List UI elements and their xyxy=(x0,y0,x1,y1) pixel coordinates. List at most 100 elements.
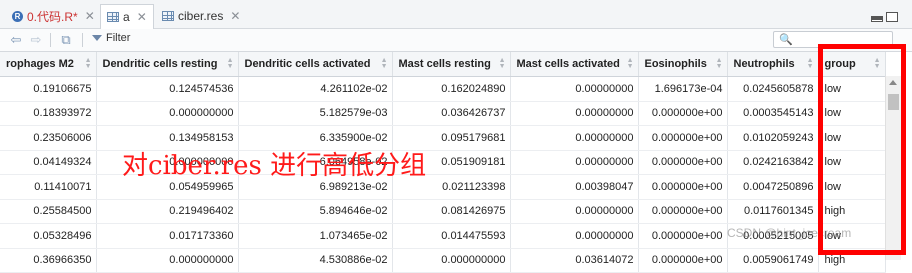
table-cell: 0.0059061749 xyxy=(727,248,819,273)
r-script-icon: R xyxy=(12,10,23,22)
table-cell: 5.182579e-03 xyxy=(238,101,393,126)
popout-window-icon[interactable]: ⧉ xyxy=(58,32,74,48)
sort-arrows-icon[interactable]: ▲ ▼ xyxy=(499,57,506,70)
table-cell: 0.0047250896 xyxy=(727,174,819,200)
column-header[interactable]: Dendritic cells resting ▲ ▼ xyxy=(96,52,239,77)
table-cell: 0.0242163842 xyxy=(727,150,819,175)
table-cell: 0.219496402 xyxy=(96,199,239,224)
tab-code-r[interactable]: R 0.代码.R* ✕ xyxy=(6,4,101,28)
table-row[interactable]: 0.36966350 0.000000000 4.530886e-02 0.00000… xyxy=(0,248,886,273)
table-cell: 0.18393972 xyxy=(0,101,97,126)
group-cell: low xyxy=(818,174,886,200)
table-cell: 5.894646e-02 xyxy=(238,199,393,224)
column-header[interactable]: Mast cells activated ▲ ▼ xyxy=(510,52,639,77)
column-header-label: Neutrophils xyxy=(733,58,795,70)
data-grid-icon xyxy=(162,11,174,21)
scroll-up-icon[interactable] xyxy=(889,80,897,85)
editor-tab-bar: R 0.代码.R* ✕ a ✕ ciber.res ✕ xyxy=(0,0,912,29)
group-cell: low xyxy=(818,76,886,102)
close-icon[interactable]: ✕ xyxy=(137,10,147,24)
table-cell: 1.073465e-02 xyxy=(238,223,393,249)
tab-a[interactable]: a ✕ xyxy=(100,4,154,29)
maximize-icon[interactable] xyxy=(886,12,898,22)
table-cell: 0.00000000 xyxy=(510,199,639,224)
group-cell: low xyxy=(818,125,886,151)
table-cell: 0.05328496 xyxy=(0,223,97,249)
table-cell: 0.04149324 xyxy=(0,150,97,175)
table-cell: 0.0102059243 xyxy=(727,125,819,151)
table-row[interactable]: 0.18393972 0.000000000 5.182579e-03 0.03642… xyxy=(0,101,886,126)
column-header-label: group xyxy=(824,58,856,70)
table-cell: 0.00000000 xyxy=(510,223,639,249)
filter-label: Filter xyxy=(106,32,131,44)
sort-arrows-icon[interactable]: ▲ ▼ xyxy=(874,57,881,70)
filter-button[interactable]: Filter xyxy=(92,32,130,44)
table-row[interactable]: 0.25584500 0.219496402 5.894646e-02 0.08142… xyxy=(0,199,886,224)
back-arrow-icon[interactable]: ⇦ xyxy=(8,32,24,48)
table-cell: 0.0245605878 xyxy=(727,76,819,102)
sort-arrows-icon[interactable]: ▲ ▼ xyxy=(85,57,92,70)
watermark: CSDN @hint_icecream xyxy=(727,226,852,240)
table-cell: 0.124574536 xyxy=(96,76,239,102)
table-cell: 0.014475593 xyxy=(392,223,511,249)
table-cell: 1.696173e-04 xyxy=(638,76,728,102)
toolbar-divider xyxy=(82,33,83,47)
column-header[interactable]: Eosinophils ▲ ▼ xyxy=(638,52,728,77)
table-cell: 0.000000e+00 xyxy=(638,101,728,126)
table-cell: 0.11410071 xyxy=(0,174,97,200)
column-header[interactable]: Dendritic cells activated ▲ ▼ xyxy=(238,52,393,77)
sort-arrows-icon[interactable]: ▲ ▼ xyxy=(716,57,723,70)
table-cell: 0.000000000 xyxy=(96,101,239,126)
forward-arrow-icon[interactable]: ⇨ xyxy=(28,32,44,48)
close-icon[interactable]: ✕ xyxy=(230,9,240,23)
table-cell: 0.081426975 xyxy=(392,199,511,224)
table-cell: 0.017173360 xyxy=(96,223,239,249)
table-cell: 0.000000e+00 xyxy=(638,174,728,200)
data-grid-icon xyxy=(107,12,119,22)
table-cell: 0.0117601345 xyxy=(727,199,819,224)
funnel-icon xyxy=(92,35,102,41)
scrollbar-thumb[interactable] xyxy=(888,94,899,110)
table-cell: 0.000000e+00 xyxy=(638,248,728,273)
search-input[interactable]: 🔍 xyxy=(773,31,893,48)
close-icon[interactable]: ✕ xyxy=(85,9,95,23)
table-cell: 0.00398047 xyxy=(510,174,639,200)
sort-arrows-icon[interactable]: ▲ ▼ xyxy=(381,57,388,70)
table-cell: 0.00000000 xyxy=(510,150,639,175)
tab-label: a xyxy=(123,10,130,24)
table-cell: 0.00000000 xyxy=(510,125,639,151)
table-cell: 0.000000000 xyxy=(392,248,511,273)
column-header-label: Mast cells resting xyxy=(398,58,491,70)
toolbar-divider xyxy=(50,33,51,47)
data-viewer-toolbar: ⇦ ⇨ ⧉ Filter 🔍 xyxy=(0,29,912,52)
sort-arrows-icon[interactable]: ▲ ▼ xyxy=(627,57,634,70)
column-header-label: Dendritic cells activated xyxy=(244,58,371,70)
sort-arrows-icon[interactable]: ▲ ▼ xyxy=(227,57,234,70)
table-cell: 0.000000e+00 xyxy=(638,223,728,249)
column-header-label: Eosinophils xyxy=(644,58,707,70)
table-cell: 0.36966350 xyxy=(0,248,97,273)
window-controls xyxy=(871,12,898,22)
tab-label: 0.代码.R* xyxy=(27,9,78,24)
tab-ciber-res[interactable]: ciber.res ✕ xyxy=(156,4,246,28)
column-header[interactable]: Mast cells resting ▲ ▼ xyxy=(392,52,511,77)
column-header[interactable]: Neutrophils ▲ ▼ xyxy=(727,52,819,77)
group-cell: high xyxy=(818,199,886,224)
header-row: rophages M2 ▲ ▼ Dendritic cells resting ▲ ▼ De… xyxy=(0,52,886,77)
table-cell: 0.162024890 xyxy=(392,76,511,102)
sort-arrows-icon[interactable]: ▲ ▼ xyxy=(807,57,814,70)
annotation-text: 对ciber.res 进行高低分组 xyxy=(122,151,427,181)
column-header-label: Dendritic cells resting xyxy=(102,58,218,70)
table-cell: 4.530886e-02 xyxy=(238,248,393,273)
group-cell: low xyxy=(818,101,886,126)
table-row[interactable]: 0.19106675 0.124574536 4.261102e-02 0.16202… xyxy=(0,76,886,102)
column-header[interactable]: group ▲ ▼ xyxy=(818,52,886,77)
vertical-scrollbar[interactable] xyxy=(885,76,901,260)
table-cell: 4.261102e-02 xyxy=(238,76,393,102)
table-cell: 0.000000e+00 xyxy=(638,199,728,224)
minimize-icon[interactable] xyxy=(871,16,883,22)
column-header-label: rophages M2 xyxy=(6,58,74,70)
group-cell: high xyxy=(818,248,886,273)
column-header[interactable]: rophages M2 ▲ ▼ xyxy=(0,52,97,77)
table-cell: 0.0003545143 xyxy=(727,101,819,126)
